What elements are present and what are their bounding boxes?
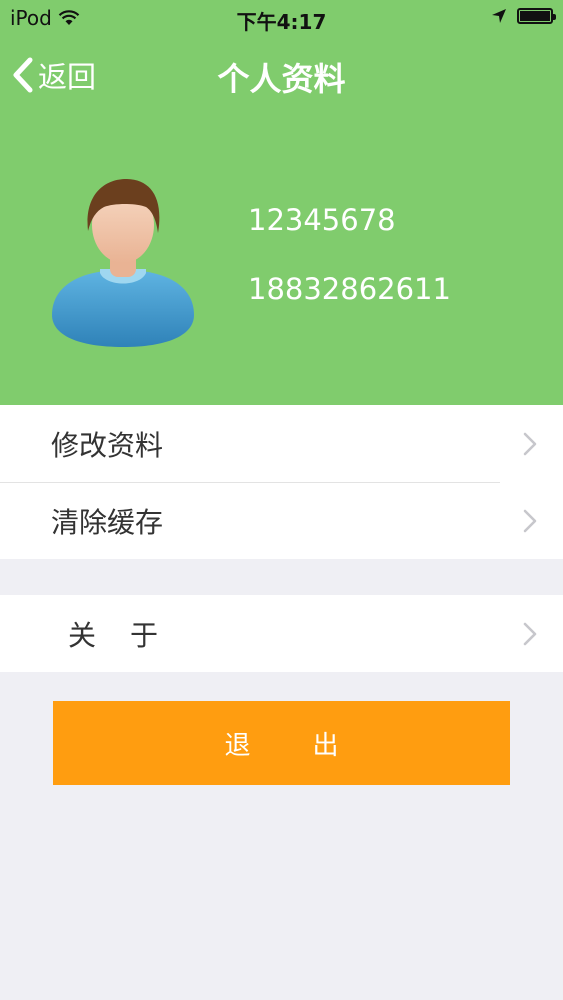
page-title: 个人资料 (217, 60, 346, 98)
phone-number: 18832862611 (248, 272, 451, 306)
status-time: 下午4:17 (236, 10, 327, 34)
menu-group-account: 修改资料 清除缓存 (0, 405, 563, 559)
status-right (491, 8, 556, 24)
menu-item-label: 清除缓存 (51, 505, 164, 539)
account-id: 12345678 (248, 203, 396, 237)
location-arrow-icon (492, 9, 506, 23)
battery-fill (520, 11, 550, 21)
battery-icon (517, 8, 556, 24)
menu-item-clear-cache[interactable]: 清除缓存 (0, 482, 563, 559)
menu-item-edit-profile[interactable]: 修改资料 (0, 405, 563, 482)
logout-button[interactable]: 退出 (53, 701, 510, 785)
menu-item-label: 修改资料 (51, 428, 164, 462)
avatar-icon (52, 179, 194, 347)
chevron-right-icon (523, 432, 537, 455)
profile-header: iPod 下午4:17 返回 个人资料 12345678 18832862611 (0, 0, 563, 405)
menu-group-about: 关于 (0, 595, 563, 672)
status-bar: iPod 下午4:17 (0, 0, 563, 36)
menu-item-about[interactable]: 关于 (0, 595, 563, 672)
nav-bar: 返回 个人资料 (0, 40, 563, 108)
chevron-right-icon (523, 509, 537, 532)
profile-screen: iPod 下午4:17 返回 个人资料 12345678 18832862611… (0, 0, 563, 1000)
menu-item-label: 关于 (68, 618, 193, 652)
chevron-right-icon (523, 622, 537, 645)
